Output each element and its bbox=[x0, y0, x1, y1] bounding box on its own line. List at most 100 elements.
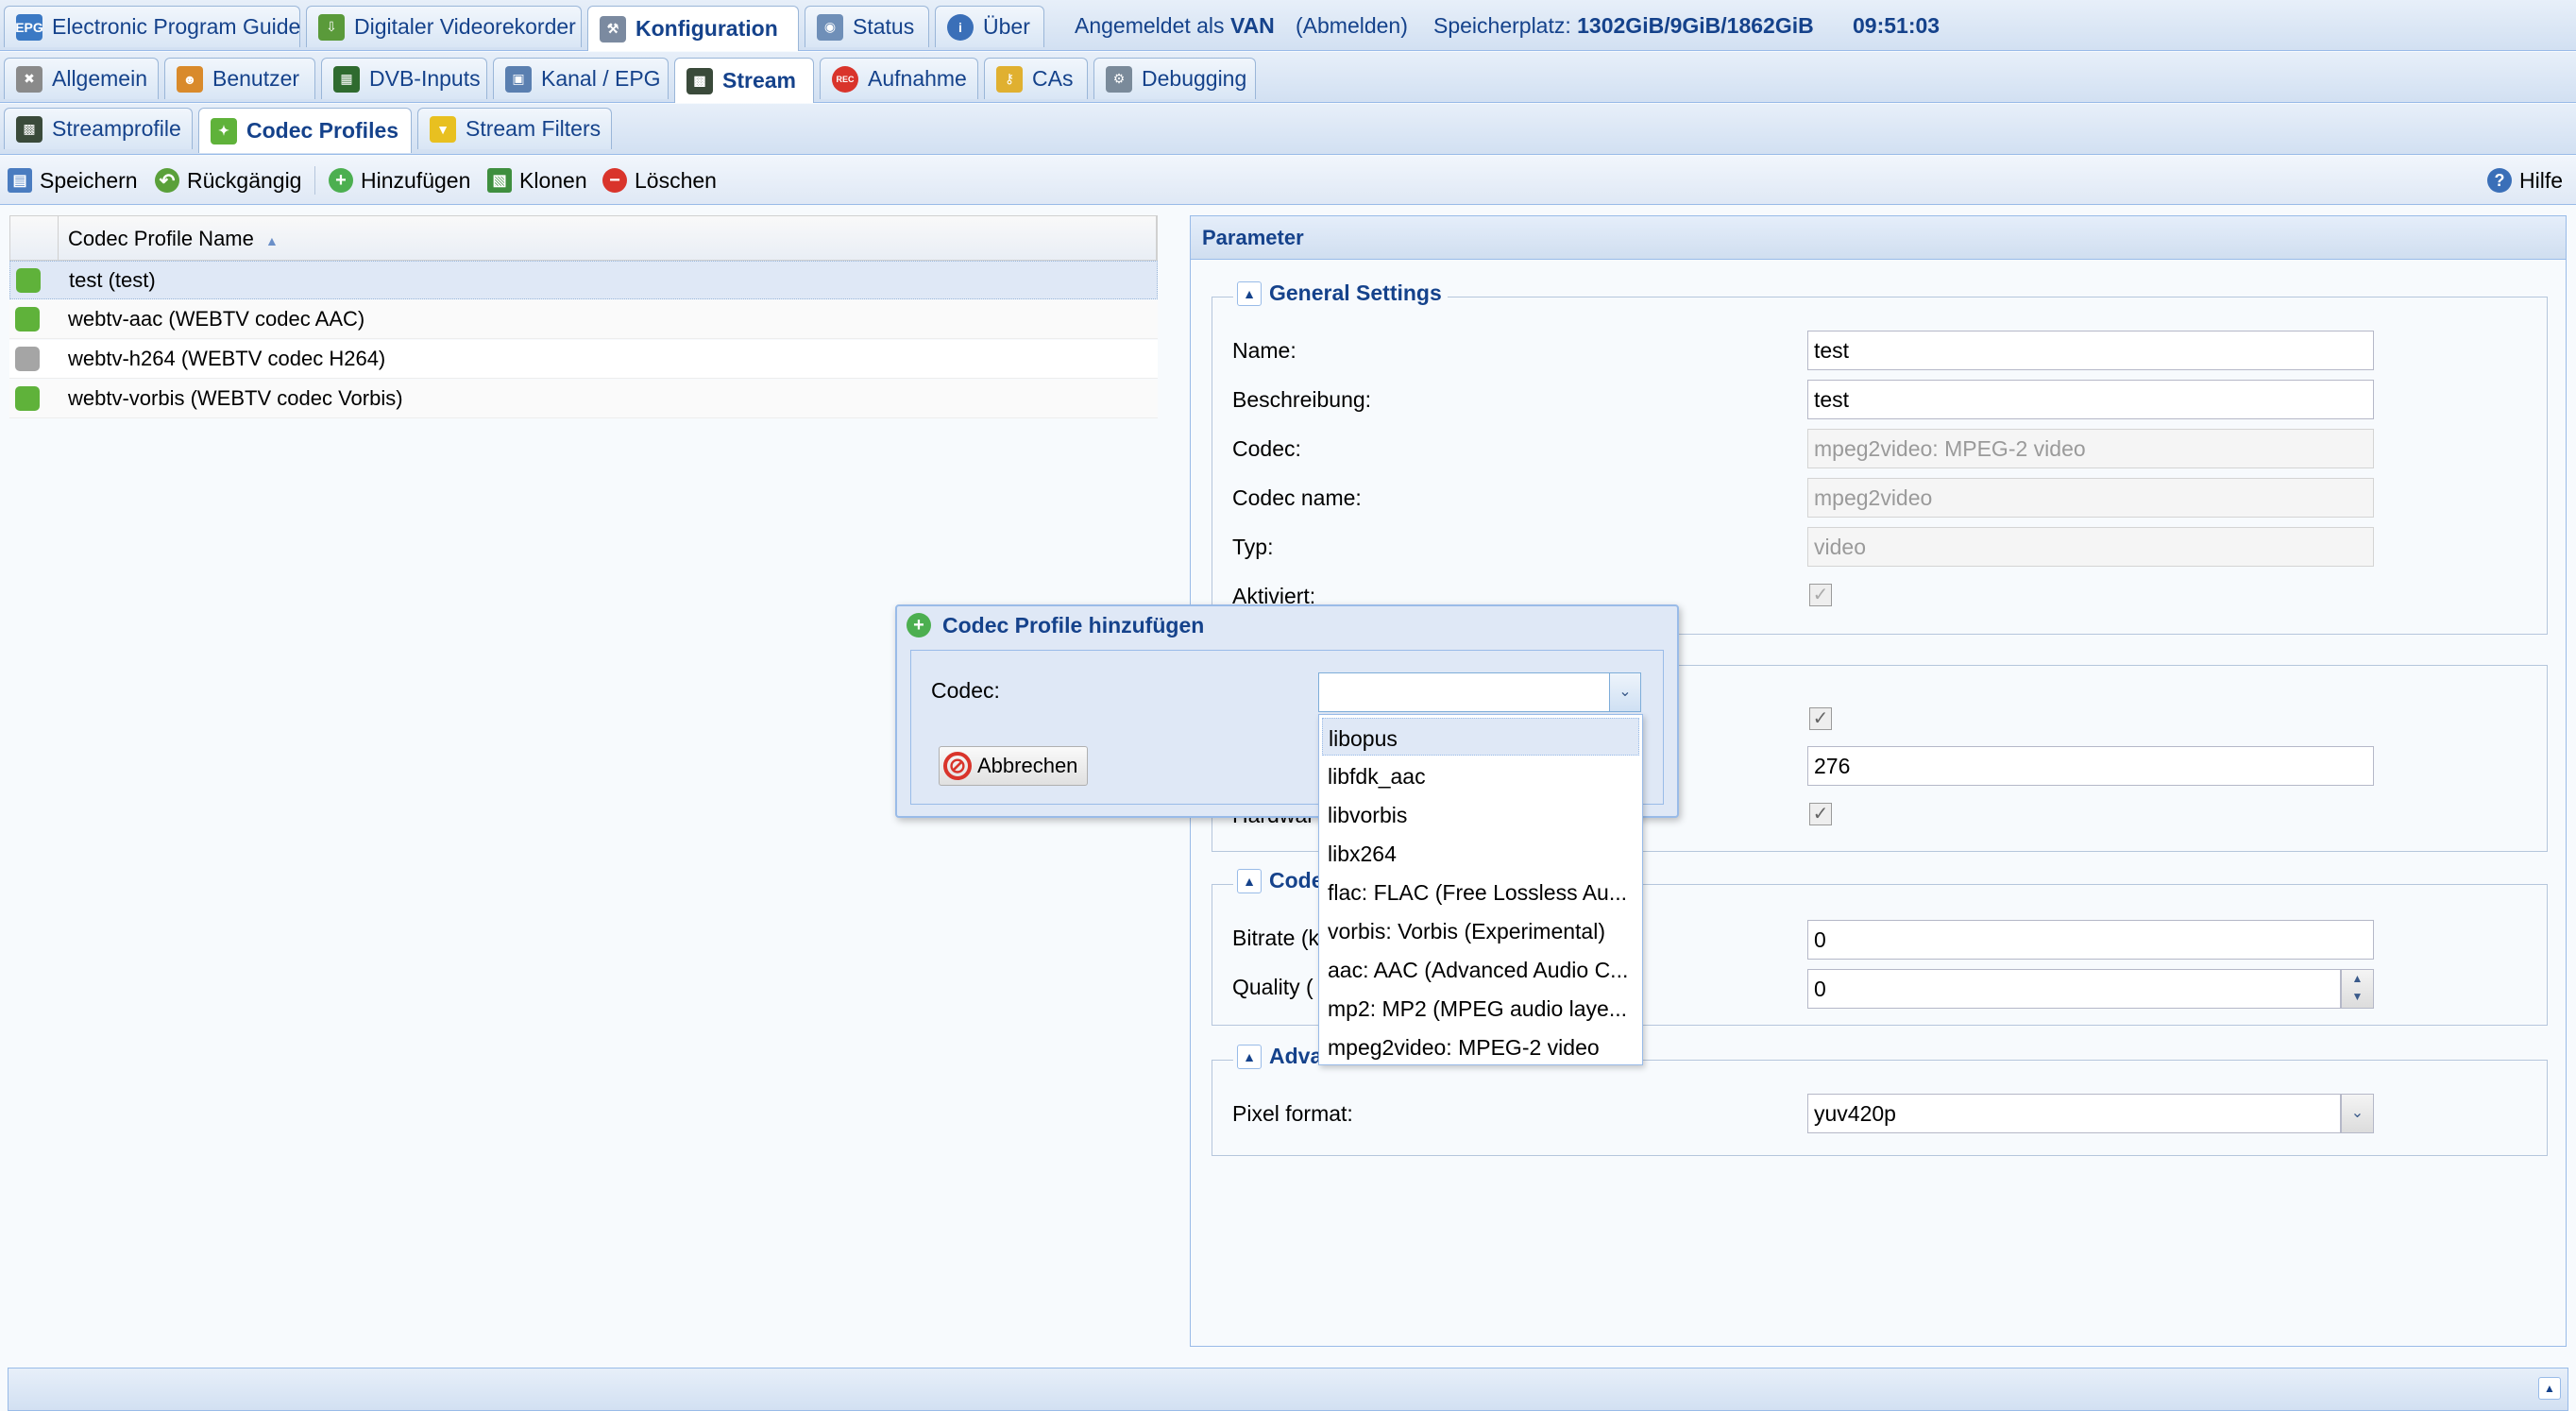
tab-label: Stream bbox=[722, 68, 796, 93]
puzzle-icon bbox=[15, 386, 40, 411]
help-button[interactable]: ? Hilfe bbox=[2487, 164, 2563, 196]
clone-label: Klonen bbox=[519, 167, 587, 193]
tab-label: CAs bbox=[1032, 66, 1074, 91]
tab-general[interactable]: ✖ Allgemein bbox=[4, 58, 159, 99]
name-input[interactable]: test bbox=[1807, 331, 2374, 370]
tab-configuration[interactable]: ⚒ Konfiguration bbox=[587, 6, 799, 51]
clock: 09:51:03 bbox=[1853, 13, 1940, 38]
tab-epg[interactable]: EPG Electronic Program Guide bbox=[4, 6, 300, 47]
tab-stream-profiles[interactable]: ▩ Streamprofile bbox=[4, 108, 193, 149]
quality-spinner[interactable]: ▲ ▼ bbox=[2341, 969, 2374, 1009]
tab-label: Stream Filters bbox=[466, 116, 602, 141]
parameter-panel-header: Parameter bbox=[1191, 216, 2566, 260]
delete-button[interactable]: − Löschen bbox=[602, 164, 717, 196]
codec-option[interactable]: aac: AAC (Advanced Audio C... bbox=[1322, 950, 1639, 988]
save-label: Speichern bbox=[40, 167, 138, 193]
puzzle-icon bbox=[15, 307, 40, 332]
tab-label: Electronic Program Guide bbox=[52, 14, 301, 39]
clone-button[interactable]: ▧ Klonen bbox=[487, 164, 587, 196]
numeric-input[interactable]: 276 bbox=[1807, 746, 2374, 786]
general-settings-legend[interactable]: ▲ General Settings bbox=[1233, 280, 1448, 306]
chevron-down-icon: ⌄ bbox=[2350, 1105, 2364, 1121]
row-name: webtv-vorbis (WEBTV codec Vorbis) bbox=[68, 386, 403, 410]
undo-button[interactable]: ↶ Rückgängig bbox=[155, 164, 301, 196]
codec-option[interactable]: libfdk_aac bbox=[1322, 756, 1639, 794]
film-icon: ▩ bbox=[16, 115, 42, 143]
option-checkbox[interactable]: ✓ bbox=[1809, 707, 1832, 730]
cancel-icon: ⊘ bbox=[943, 752, 972, 780]
logout-link[interactable]: (Abmelden) bbox=[1296, 13, 1408, 39]
add-label: Hinzufügen bbox=[361, 167, 471, 193]
tab-status[interactable]: ◉ Status bbox=[805, 6, 929, 47]
hardware-checkbox[interactable]: ✓ bbox=[1809, 803, 1832, 825]
tab-label: Codec Profiles bbox=[246, 118, 399, 143]
codec-option[interactable]: mpeg2video: MPEG-2 video bbox=[1322, 1028, 1639, 1065]
wrench-icon: ⚒ bbox=[600, 15, 626, 42]
panel-title: Parameter bbox=[1202, 226, 1304, 249]
dialog-title: Codec Profile hinzufügen bbox=[942, 612, 1205, 638]
cancel-label: Abbrechen bbox=[977, 754, 1078, 777]
epg-icon: EPG bbox=[15, 13, 43, 41]
row-name: webtv-h264 (WEBTV codec H264) bbox=[68, 347, 386, 370]
enabled-checkbox: ✓ bbox=[1809, 584, 1832, 606]
codec-option[interactable]: libvorbis bbox=[1322, 795, 1639, 833]
table-row[interactable]: webtv-vorbis (WEBTV codec Vorbis) bbox=[9, 380, 1158, 418]
legend-label: General Settings bbox=[1269, 280, 1442, 305]
codec-option[interactable]: flac: FLAC (Free Lossless Au... bbox=[1322, 873, 1639, 910]
collapse-icon: ▲ bbox=[1237, 868, 1262, 893]
codec-settings-legend[interactable]: ▲ Code bbox=[1233, 868, 1330, 893]
codec-name-input: mpeg2video bbox=[1807, 478, 2374, 518]
tab-dvb-inputs[interactable]: ▦ DVB-Inputs bbox=[321, 58, 487, 99]
cancel-button[interactable]: ⊘ Abbrechen bbox=[939, 746, 1088, 786]
column-header-name[interactable]: Codec Profile Name ▲ bbox=[68, 227, 279, 251]
rec-icon: REC bbox=[832, 65, 858, 93]
advanced-settings-legend[interactable]: ▲ Adva bbox=[1233, 1044, 1329, 1069]
codec-name-label: Codec name: bbox=[1232, 485, 1362, 510]
codec-option[interactable]: libopus bbox=[1322, 718, 1639, 756]
name-label: Name: bbox=[1232, 338, 1296, 363]
tab-about[interactable]: i Über bbox=[935, 6, 1044, 47]
tab-dvr[interactable]: ⇩ Digitaler Videorekorder bbox=[306, 6, 582, 47]
eye-icon: ◉ bbox=[817, 13, 843, 41]
pixel-format-trigger[interactable]: ⌄ bbox=[2341, 1094, 2374, 1133]
delete-label: Löschen bbox=[635, 167, 717, 193]
pixel-format-select[interactable]: yuv420p bbox=[1807, 1094, 2341, 1133]
clone-icon: ▧ bbox=[487, 168, 512, 193]
table-row[interactable]: webtv-aac (WEBTV codec AAC) bbox=[9, 300, 1158, 339]
table-row[interactable]: test (test) bbox=[9, 261, 1158, 299]
codec-option[interactable]: libx264 bbox=[1322, 834, 1639, 872]
tab-cas[interactable]: ⚷ CAs bbox=[984, 58, 1088, 99]
tools-icon: ✖ bbox=[16, 65, 42, 93]
users-icon: ☻ bbox=[177, 65, 203, 93]
key-icon: ⚷ bbox=[996, 65, 1023, 93]
puzzle-icon bbox=[16, 267, 41, 293]
tab-recording[interactable]: REC Aufnahme bbox=[820, 58, 978, 99]
dialog-combobox-trigger[interactable]: ⌄ bbox=[1609, 672, 1641, 712]
tab-label: Aufnahme bbox=[868, 66, 967, 91]
tab-codec-profiles[interactable]: ✦ Codec Profiles bbox=[198, 108, 412, 153]
sort-asc-icon: ▲ bbox=[265, 233, 279, 248]
table-row[interactable]: webtv-h264 (WEBTV codec H264) bbox=[9, 340, 1158, 379]
dialog-codec-label: Codec: bbox=[931, 678, 1000, 703]
tab-channel-epg[interactable]: ▣ Kanal / EPG bbox=[493, 58, 669, 99]
tab-users[interactable]: ☻ Benutzer bbox=[164, 58, 315, 99]
tab-stream[interactable]: ▩ Stream bbox=[674, 58, 814, 103]
grid-header-numberer bbox=[10, 216, 59, 260]
bitrate-input[interactable]: 0 bbox=[1807, 920, 2374, 960]
tab-stream-filters[interactable]: ▼ Stream Filters bbox=[417, 108, 612, 149]
expand-up-icon[interactable]: ▲ bbox=[2538, 1377, 2561, 1400]
quality-input[interactable]: 0 bbox=[1807, 969, 2341, 1009]
codec-option[interactable]: mp2: MP2 (MPEG audio laye... bbox=[1322, 989, 1639, 1027]
tab-label: Konfiguration bbox=[636, 16, 778, 41]
add-icon: + bbox=[907, 613, 931, 638]
codec-option[interactable]: vorbis: Vorbis (Experimental) bbox=[1322, 911, 1639, 949]
tab-debugging[interactable]: ⚙ Debugging bbox=[1093, 58, 1256, 99]
collapse-icon: ▲ bbox=[1237, 280, 1262, 306]
dialog-codec-combobox[interactable] bbox=[1318, 672, 1611, 712]
puzzle-icon bbox=[15, 347, 40, 371]
tab-label: Streamprofile bbox=[52, 116, 181, 141]
add-button[interactable]: + Hinzufügen bbox=[329, 164, 470, 196]
save-button[interactable]: ▤ Speichern bbox=[8, 164, 138, 196]
save-icon: ▤ bbox=[8, 168, 32, 193]
description-input[interactable]: test bbox=[1807, 380, 2374, 419]
